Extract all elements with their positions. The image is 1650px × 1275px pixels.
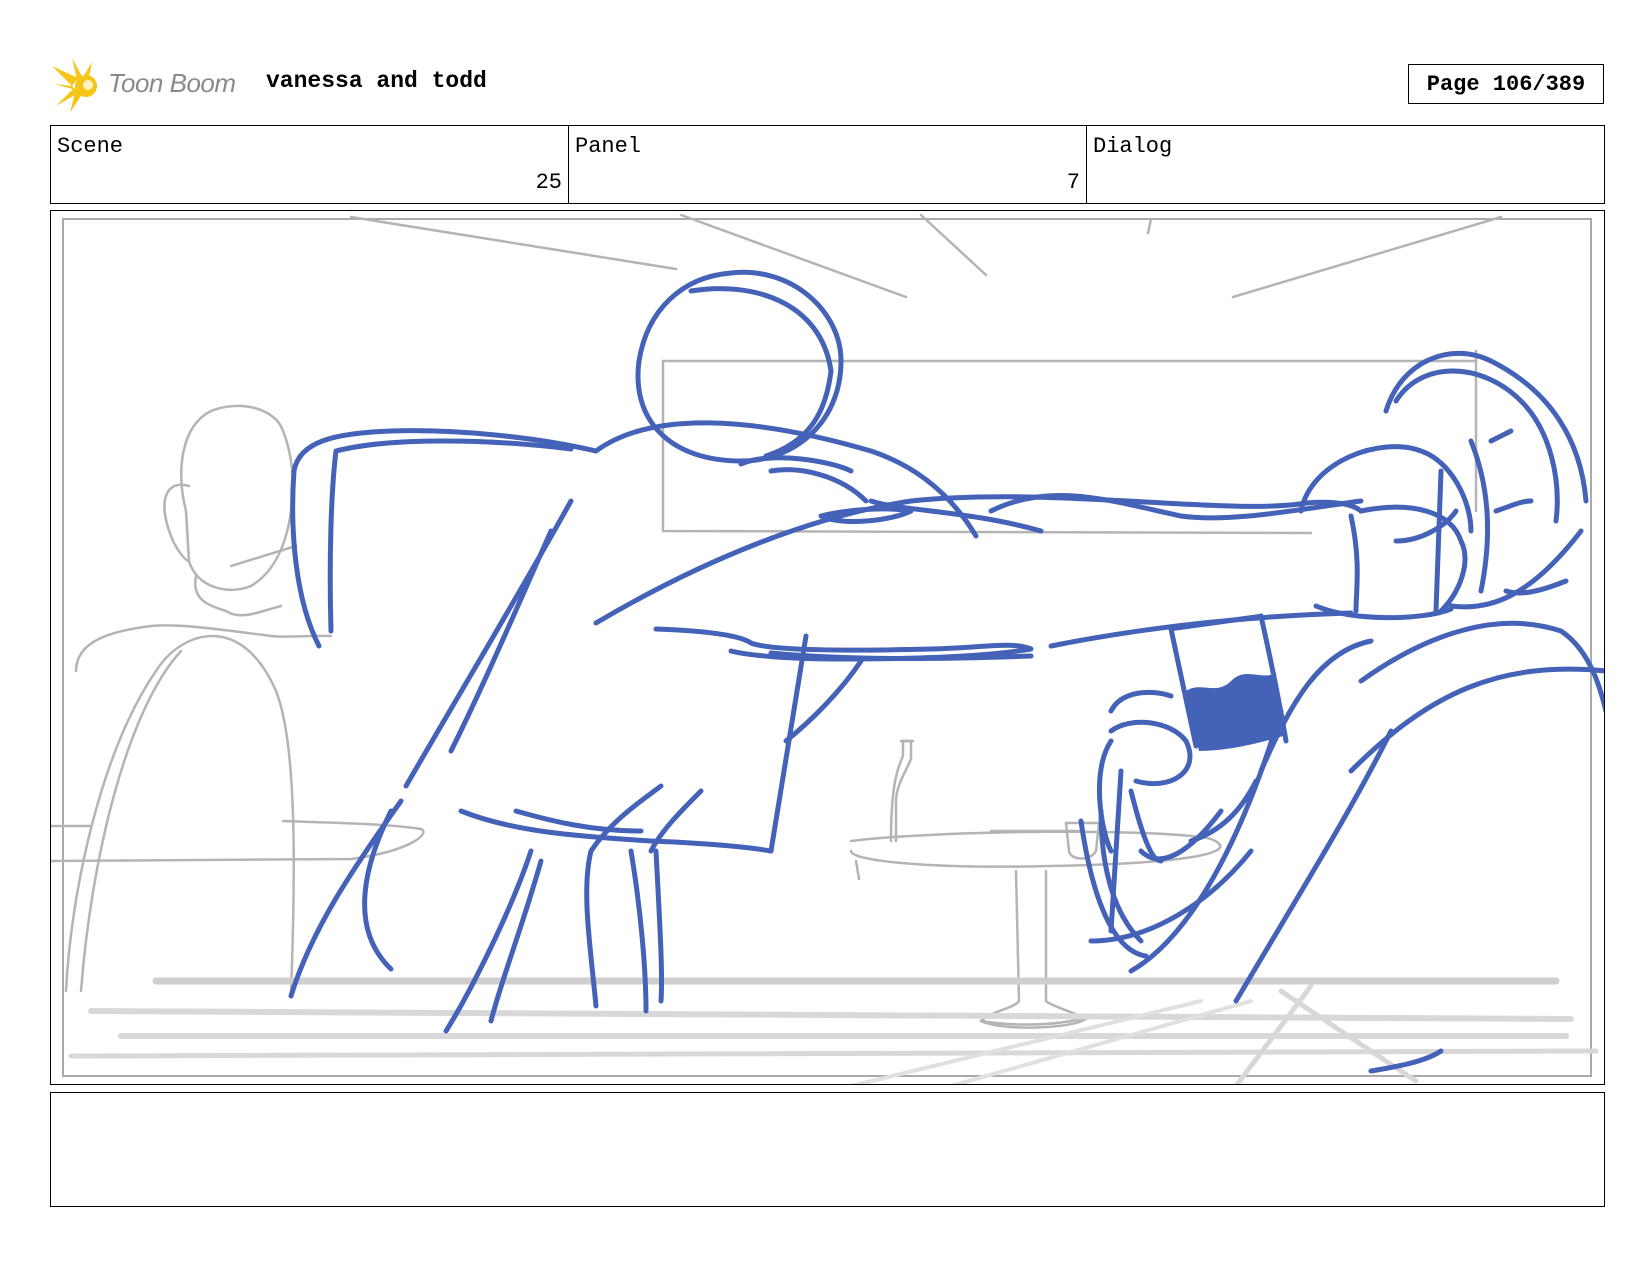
panel-value: 7 (1066, 170, 1080, 195)
storyboard-panel (50, 210, 1605, 1085)
scene-label: Scene (57, 134, 124, 159)
storyboard-sketch (51, 213, 1604, 1084)
logo-text: Toon Boom (108, 68, 236, 98)
info-row: Scene 25 Panel 7 Dialog (50, 125, 1605, 204)
scene-value: 25 (535, 170, 562, 195)
scene-cell: Scene 25 (51, 126, 569, 203)
project-title: vanessa and todd (266, 68, 487, 94)
dialog-label: Dialog (1093, 134, 1173, 159)
page-indicator: Page 106/389 (1408, 64, 1604, 104)
notes-box (50, 1092, 1605, 1207)
panel-label: Panel (575, 134, 642, 159)
dialog-cell: Dialog (1087, 126, 1604, 203)
panel-cell: Panel 7 (569, 126, 1087, 203)
